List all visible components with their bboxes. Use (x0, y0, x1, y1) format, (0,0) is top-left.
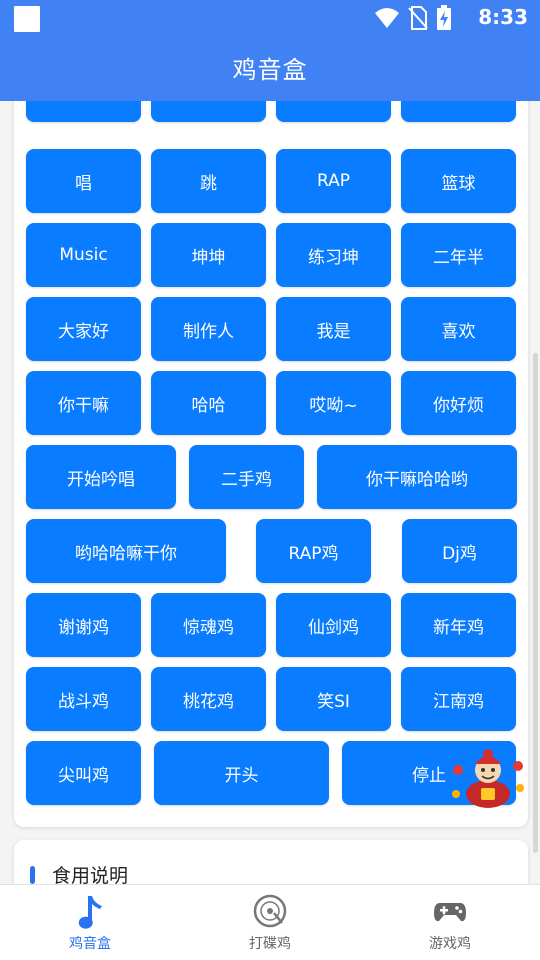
nav-label: 游戏鸡 (429, 936, 471, 952)
sound-button-practice[interactable]: 练习坤 (276, 223, 391, 287)
sound-button-new-year[interactable]: 新年鸡 (401, 593, 516, 657)
sound-button-thanks[interactable]: 谢谢鸡 (26, 593, 141, 657)
wifi-icon (375, 8, 399, 28)
sound-button-music[interactable]: Music (26, 223, 141, 287)
battery-charging-icon (437, 5, 451, 30)
no-sim-icon (408, 6, 428, 30)
sound-button-annoying[interactable]: 你好烦 (401, 371, 516, 435)
sound-button-tiao[interactable]: 跳 (151, 149, 266, 213)
sound-button-xianjian[interactable]: 仙剑鸡 (276, 593, 391, 657)
sound-button-laugh-si[interactable]: 笑SI (276, 667, 391, 731)
sound-button-second-hand[interactable]: 二手鸡 (189, 445, 304, 509)
nav-tab-games[interactable]: 游戏鸡 (360, 885, 540, 960)
bottom-navigation: 鸡音盒 打碟鸡 游戏鸡 (0, 884, 540, 960)
sound-button-what-are-you-doing[interactable]: 你干嘛 (26, 371, 141, 435)
sound-button-start-chant[interactable]: 开始吟唱 (26, 445, 176, 509)
sound-button-battle[interactable]: 战斗鸡 (26, 667, 141, 731)
sound-button-haha[interactable]: 哈哈 (151, 371, 266, 435)
sound-button-rap[interactable]: RAP (276, 149, 391, 213)
section-marker (30, 866, 35, 884)
sound-button-two-and-half[interactable]: 二年半 (401, 223, 516, 287)
sound-button-tai[interactable]: 太 (276, 101, 391, 122)
gamepad-icon (434, 903, 466, 922)
instructions-heading: 食用说明 (52, 865, 129, 884)
sound-button-grid: 鸡 你 太 美 唱 跳 RAP 篮球 Music 坤坤 练习坤 二年半 大家好 … (14, 101, 528, 827)
notification-icon (14, 6, 40, 32)
status-bar: 8:33 (0, 0, 540, 36)
music-note-icon (78, 896, 102, 929)
sound-button-kunkun[interactable]: 坤坤 (151, 223, 266, 287)
status-time: 8:33 (478, 5, 528, 29)
sound-button-mei[interactable]: 美 (401, 101, 516, 122)
sound-button-hello-everyone[interactable]: 大家好 (26, 297, 141, 361)
app-bar: 8:33 鸡音盒 (0, 0, 540, 101)
sound-button-scream[interactable]: 尖叫鸡 (26, 741, 141, 805)
sound-button-aiyo[interactable]: 哎呦~ (276, 371, 391, 435)
sound-button-opening[interactable]: 开头 (154, 741, 329, 805)
nav-label: 鸡音盒 (69, 936, 111, 952)
disc-icon (253, 894, 287, 928)
sound-button-rap-ji[interactable]: RAP鸡 (256, 519, 371, 583)
sound-button-ni[interactable]: 你 (151, 101, 266, 122)
sound-button-peach-blossom[interactable]: 桃花鸡 (151, 667, 266, 731)
sound-button-dj-ji[interactable]: Dj鸡 (402, 519, 517, 583)
sound-button-like[interactable]: 喜欢 (401, 297, 516, 361)
sound-button-gangnam[interactable]: 江南鸡 (401, 667, 516, 731)
sound-button-chang[interactable]: 唱 (26, 149, 141, 213)
scrollbar[interactable] (533, 353, 538, 853)
sound-button-i-am[interactable]: 我是 (276, 297, 391, 361)
sound-button-ji[interactable]: 鸡 (26, 101, 141, 122)
nav-tab-dj[interactable]: 打碟鸡 (180, 885, 360, 960)
nav-tab-sound-box[interactable]: 鸡音盒 (0, 885, 180, 960)
instructions-card: 食用说明 (14, 840, 528, 884)
sound-button-horror[interactable]: 惊魂鸡 (151, 593, 266, 657)
sound-button-basketball[interactable]: 篮球 (401, 149, 516, 213)
page-title: 鸡音盒 (232, 56, 308, 84)
main-content[interactable]: 鸡 你 太 美 唱 跳 RAP 篮球 Music 坤坤 练习坤 二年半 大家好 … (0, 101, 540, 884)
nav-label: 打碟鸡 (249, 936, 291, 952)
mascot-sticker-icon[interactable] (448, 744, 528, 810)
sound-button-what-haha-yo[interactable]: 你干嘛哈哈哟 (317, 445, 517, 509)
sound-button-producer[interactable]: 制作人 (151, 297, 266, 361)
sound-button-yo-haha-reverse[interactable]: 哟哈哈嘛干你 (26, 519, 226, 583)
